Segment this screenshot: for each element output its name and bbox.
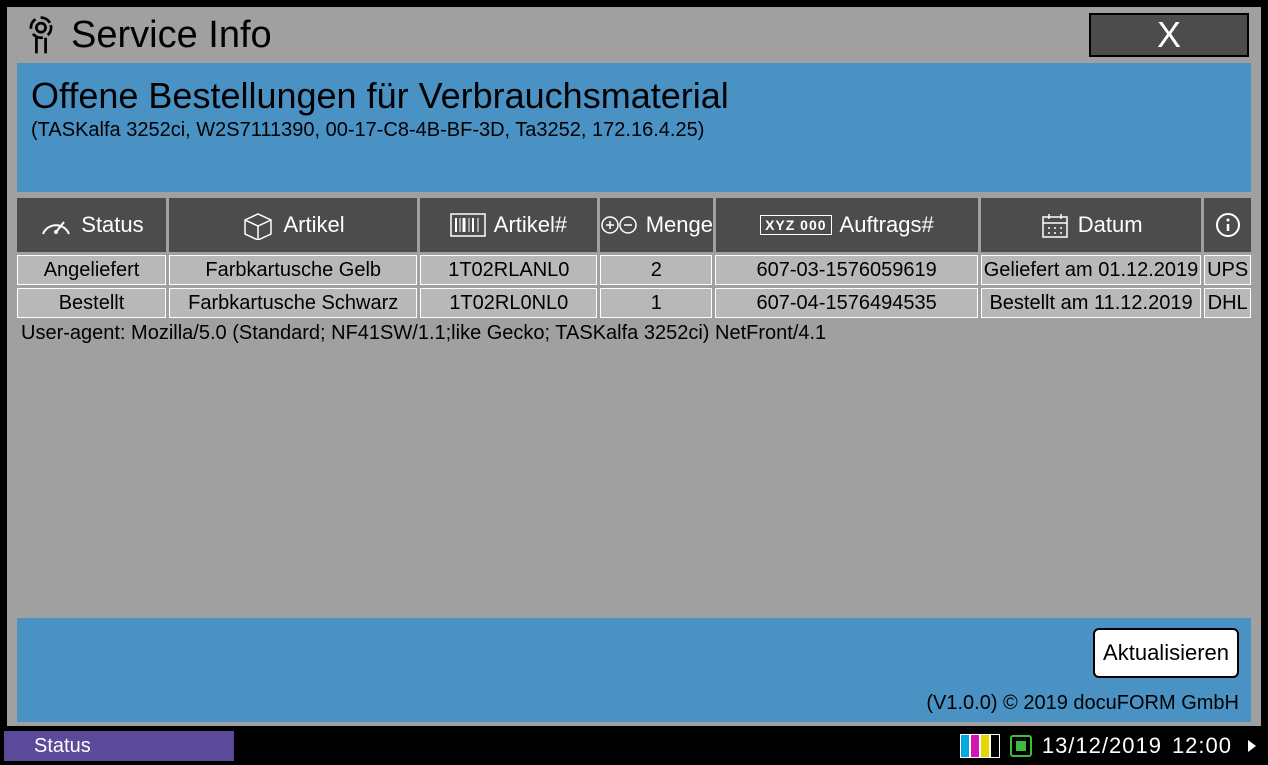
col-header-artikelnr[interactable]: Artikel# <box>420 198 597 252</box>
col-header-menge[interactable]: Menge <box>600 198 713 252</box>
table-cell: UPS <box>1204 255 1251 285</box>
page-title: Service Info <box>71 14 272 57</box>
col-label: Artikel <box>283 212 344 238</box>
table-cell: Angeliefert <box>17 255 166 285</box>
table-cell: Bestellt am 11.12.2019 <box>981 288 1202 318</box>
header-left: Service Info <box>19 13 272 57</box>
order-code-icon: XYZ 000 <box>760 215 831 235</box>
col-header-info[interactable] <box>1204 198 1251 252</box>
table-cell: DHL <box>1204 288 1251 318</box>
status-time: 12:00 <box>1172 733 1232 759</box>
toner-level-icon[interactable] <box>960 734 1000 758</box>
col-header-artikel[interactable]: Artikel <box>169 198 417 252</box>
user-agent-text: User-agent: Mozilla/5.0 (Standard; NF41S… <box>21 322 1251 345</box>
status-right: 13/12/2019 12:00 <box>960 731 1264 761</box>
window-header: Service Info X <box>7 7 1261 63</box>
copyright-text: (V1.0.0) © 2019 docuFORM GmbH <box>926 692 1239 715</box>
col-label: Auftrags# <box>840 212 934 238</box>
table-cell: 1 <box>600 288 712 318</box>
col-header-datum[interactable]: Datum <box>981 198 1201 252</box>
plus-minus-icon <box>600 214 638 236</box>
connection-icon[interactable] <box>1010 735 1032 757</box>
gauge-icon <box>39 212 73 238</box>
status-date: 13/12/2019 <box>1042 733 1162 759</box>
footer-panel: Aktualisieren (V1.0.0) © 2019 docuFORM G… <box>17 618 1251 722</box>
refresh-button[interactable]: Aktualisieren <box>1093 628 1239 678</box>
col-label: Status <box>81 212 143 238</box>
table-cell: 1T02RL0NL0 <box>420 288 597 318</box>
col-label: Artikel# <box>494 212 567 238</box>
orders-heading: Offene Bestellungen für Verbrauchsmateri… <box>31 75 1237 117</box>
box-icon <box>241 210 275 240</box>
table-cell: 2 <box>600 255 712 285</box>
table-cell: 607-03-1576059619 <box>715 255 977 285</box>
service-icon <box>19 13 63 57</box>
table-cell: Bestellt <box>17 288 166 318</box>
table-cell: 1T02RLANL0 <box>420 255 597 285</box>
table-header: Status Artikel Artikel# Menge <box>17 198 1251 252</box>
status-bar: Status 13/12/2019 12:00 <box>4 731 1264 761</box>
table-body: AngeliefertFarbkartusche Gelb1T02RLANL02… <box>17 252 1251 318</box>
close-button[interactable]: X <box>1089 13 1249 57</box>
table-row[interactable]: AngeliefertFarbkartusche Gelb1T02RLANL02… <box>17 255 1251 285</box>
table-cell: Farbkartusche Schwarz <box>169 288 417 318</box>
device-info: (TASKalfa 3252ci, W2S7111390, 00-17-C8-4… <box>31 119 1237 142</box>
close-icon-label: X <box>1157 14 1181 56</box>
info-icon <box>1215 212 1241 238</box>
status-label: Status <box>34 735 91 758</box>
table-row[interactable]: BestelltFarbkartusche Schwarz1T02RL0NL01… <box>17 288 1251 318</box>
table-cell: Farbkartusche Gelb <box>169 255 417 285</box>
barcode-icon <box>450 213 486 237</box>
col-label: Menge <box>646 212 713 238</box>
col-label: Datum <box>1078 212 1143 238</box>
calendar-icon <box>1040 211 1070 239</box>
col-header-status[interactable]: Status <box>17 198 166 252</box>
expand-icon[interactable] <box>1248 740 1256 752</box>
heading-panel: Offene Bestellungen für Verbrauchsmateri… <box>17 63 1251 192</box>
col-header-auftrag[interactable]: XYZ 000 Auftrags# <box>716 198 978 252</box>
main-window: Service Info X Offene Bestellungen für V… <box>4 4 1264 729</box>
table-cell: Geliefert am 01.12.2019 <box>981 255 1202 285</box>
orders-table: Status Artikel Artikel# Menge <box>17 198 1251 318</box>
table-cell: 607-04-1576494535 <box>715 288 977 318</box>
status-tab[interactable]: Status <box>4 731 234 761</box>
